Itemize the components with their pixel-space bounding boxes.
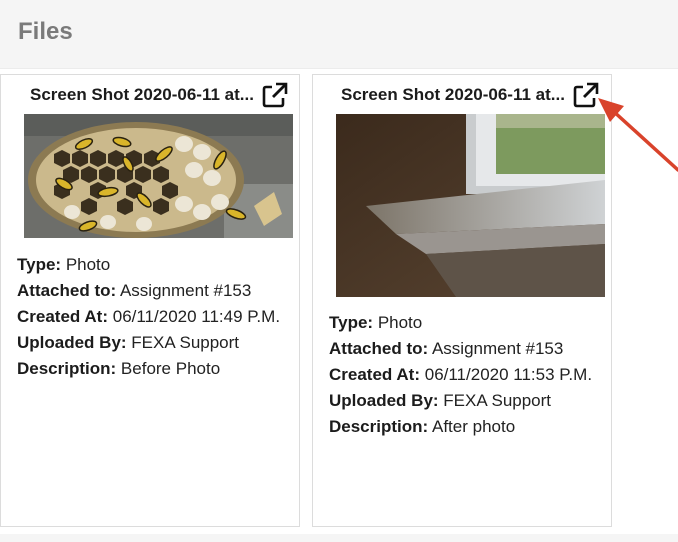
description-label: Description: xyxy=(17,359,117,378)
external-link-icon[interactable] xyxy=(262,82,288,108)
uploaded-row: Uploaded By: FEXA Support xyxy=(17,330,299,356)
created-label: Created At: xyxy=(329,365,420,384)
type-row: Type: Photo xyxy=(17,252,299,278)
attached-label: Attached to: xyxy=(329,339,429,358)
created-row: Created At: 06/11/2020 11:53 P.M. xyxy=(329,362,611,388)
uploaded-label: Uploaded By: xyxy=(329,391,439,410)
external-link-icon[interactable] xyxy=(573,82,599,108)
uploaded-value: FEXA Support xyxy=(131,333,240,352)
created-value: 06/11/2020 11:49 P.M. xyxy=(112,307,281,326)
type-label: Type: xyxy=(329,313,374,332)
attached-value: Assignment #153 xyxy=(431,339,564,358)
file-card-title-row: Screen Shot 2020-06-11 at... xyxy=(313,82,611,108)
page-title: Files xyxy=(18,18,73,45)
description-value: Before Photo xyxy=(120,359,221,378)
uploaded-row: Uploaded By: FEXA Support xyxy=(329,388,611,414)
uploaded-label: Uploaded By: xyxy=(17,333,127,352)
uploaded-value: FEXA Support xyxy=(443,391,552,410)
description-row: Description: Before Photo xyxy=(17,356,299,382)
file-card: Screen Shot 2020-06-11 at... Type: Photo… xyxy=(312,74,612,527)
file-title[interactable]: Screen Shot 2020-06-11 at... xyxy=(341,85,565,105)
attached-value: Assignment #153 xyxy=(119,281,252,300)
type-row: Type: Photo xyxy=(329,310,611,336)
page-bottom-strip xyxy=(0,534,678,542)
created-row: Created At: 06/11/2020 11:49 P.M. xyxy=(17,304,299,330)
file-thumbnail-wasp-nest[interactable] xyxy=(24,114,293,238)
created-label: Created At: xyxy=(17,307,108,326)
file-metadata: Type: Photo Attached to: Assignment #153… xyxy=(329,310,611,440)
attached-row: Attached to: Assignment #153 xyxy=(17,278,299,304)
type-value: Photo xyxy=(377,313,423,332)
type-label: Type: xyxy=(17,255,62,274)
file-card: Screen Shot 2020-06-11 at... Type: Photo… xyxy=(0,74,300,527)
created-value: 06/11/2020 11:53 P.M. xyxy=(424,365,593,384)
file-card-title-row: Screen Shot 2020-06-11 at... xyxy=(1,82,299,108)
description-row: Description: After photo xyxy=(329,414,611,440)
file-metadata: Type: Photo Attached to: Assignment #153… xyxy=(17,252,299,382)
type-value: Photo xyxy=(65,255,111,274)
description-label: Description: xyxy=(329,417,429,436)
file-thumbnail-window-sill[interactable] xyxy=(336,114,605,297)
attached-row: Attached to: Assignment #153 xyxy=(329,336,611,362)
file-title[interactable]: Screen Shot 2020-06-11 at... xyxy=(30,85,254,105)
description-value: After photo xyxy=(431,417,516,436)
files-header: Files xyxy=(0,0,678,69)
attached-label: Attached to: xyxy=(17,281,117,300)
